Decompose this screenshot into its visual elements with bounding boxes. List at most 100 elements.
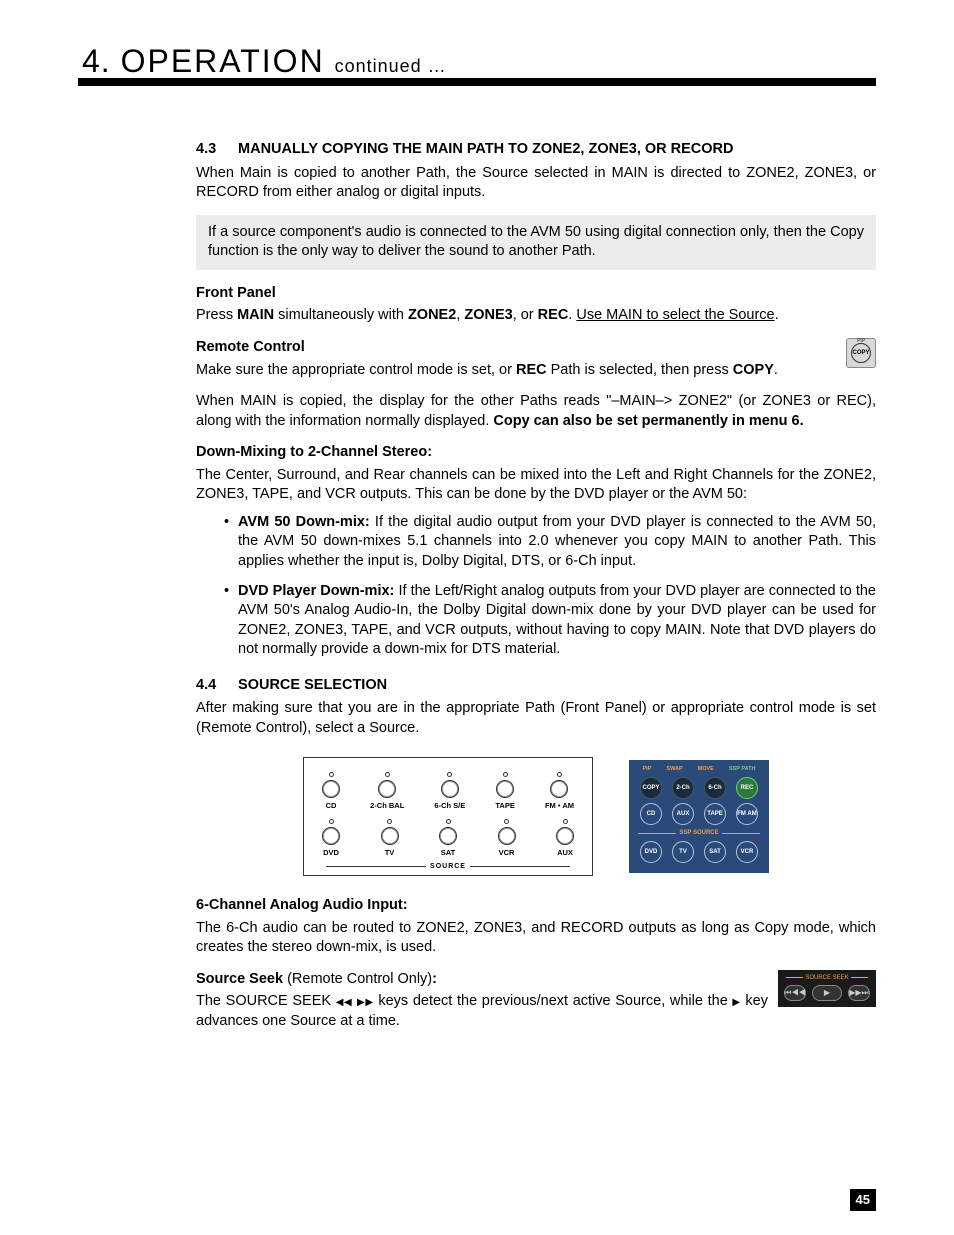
remote-row-1: COPY 2-Ch 6-Ch REC: [635, 777, 763, 799]
src-aux: AUX: [556, 819, 574, 858]
chapter-heading: 4. OPERATION continued …: [82, 40, 447, 83]
section-4-4-intro: After making sure that you are in the ap…: [196, 699, 876, 738]
remote-control-heading: Remote Control: [196, 338, 876, 358]
label: MOVE: [698, 766, 714, 773]
text: Press: [196, 307, 237, 323]
label: PIP: [643, 766, 652, 773]
remote-control-instruction: Make sure the appropriate control mode i…: [196, 361, 876, 381]
downmix-bullet-list: AVM 50 Down-mix: If the digital audio ou…: [224, 513, 876, 660]
label: SOURCE: [430, 862, 466, 871]
chapter-number: 4.: [82, 43, 111, 79]
label: FM • AM: [545, 801, 574, 811]
underlined-note: Use MAIN to select the Source: [576, 307, 774, 323]
label: 2-Ch BAL: [370, 801, 404, 811]
seek-next-icon: ▶▶⏭: [848, 985, 870, 1001]
label: VCR: [499, 848, 515, 858]
copy-icon-label: COPY: [852, 349, 869, 357]
ssp-source-label: SSP SOURCE: [635, 829, 763, 837]
src-vcr: VCR: [498, 819, 516, 858]
main-copied-paragraph: When MAIN is copied, the display for the…: [196, 392, 876, 431]
play-icon: ▶: [732, 997, 740, 1008]
bullet-avm50-downmix: AVM 50 Down-mix: If the digital audio ou…: [224, 513, 876, 572]
key-copy: COPY: [733, 362, 774, 378]
text: The SOURCE SEEK: [196, 993, 336, 1009]
front-panel-heading: Front Panel: [196, 284, 876, 304]
bullet-lead: DVD Player Down-mix:: [238, 583, 394, 599]
text: , or: [513, 307, 538, 323]
src-2ch-bal: 2-Ch BAL: [370, 772, 404, 811]
heading-colon: :: [432, 971, 437, 987]
label: CD: [326, 801, 337, 811]
bullet-lead: AVM 50 Down-mix:: [238, 514, 370, 530]
rbtn-copy: COPY: [640, 777, 662, 799]
src-tape: TAPE: [495, 772, 514, 811]
downmix-heading: Down-Mixing to 2-Channel Stereo:: [196, 443, 876, 463]
label: TAPE: [495, 801, 514, 811]
chapter-word: OPERATION: [121, 43, 325, 79]
front-panel-instruction: Press MAIN simultaneously with ZONE2, ZO…: [196, 306, 876, 326]
remote-row-2: CD AUX TAPE FM AM: [635, 803, 763, 825]
section-4-3-heading: 4.3 MANUALLY COPYING THE MAIN PATH TO ZO…: [196, 140, 876, 160]
text: keys detect the previous/next active Sou…: [374, 993, 733, 1009]
downmix-paragraph: The Center, Surround, and Rear channels …: [196, 466, 876, 505]
text: Path is selected, then press: [547, 362, 733, 378]
bold-note: Copy can also be set permanently in menu…: [493, 413, 803, 429]
seek-prev-icon: ⏮◀◀: [784, 985, 806, 1001]
panel-row-1: CD 2-Ch BAL 6-Ch S/E TAPE FM • AM: [322, 772, 574, 811]
page-number: 45: [850, 1189, 876, 1211]
remote-diagram: PIP SWAP MOVE SSP PATH COPY 2-Ch 6-Ch RE…: [629, 760, 769, 874]
label: AUX: [557, 848, 573, 858]
rbtn-fmam: FM AM: [736, 803, 758, 825]
label: SOURCE SEEK: [805, 974, 848, 982]
rbtn-6ch: 6-Ch: [704, 777, 726, 799]
front-panel-diagram: CD 2-Ch BAL 6-Ch S/E TAPE FM • AM DVD TV…: [303, 757, 593, 877]
src-cd: CD: [322, 772, 340, 811]
panel-row-2: DVD TV SAT VCR AUX: [322, 819, 574, 858]
section-title: MANUALLY COPYING THE MAIN PATH TO ZONE2,…: [238, 141, 733, 157]
continued-label: continued …: [335, 56, 447, 76]
copy-icon-circle: COPY: [851, 343, 871, 363]
text: .: [774, 362, 778, 378]
section-4-3-intro: When Main is copied to another Path, the…: [196, 164, 876, 203]
src-fm-am: FM • AM: [545, 772, 574, 811]
source-seek-heading: Source Seek (Remote Control Only):: [196, 970, 876, 990]
label: SAT: [441, 848, 455, 858]
note-box: If a source component's audio is connect…: [196, 215, 876, 270]
remote-row-3: DVD TV SAT VCR: [635, 841, 763, 863]
section-number: 4.3: [196, 140, 234, 160]
key-rec: REC: [516, 362, 547, 378]
label: SWAP: [666, 766, 682, 773]
text: simultaneously with: [274, 307, 408, 323]
pip-label: PIP: [847, 338, 875, 345]
six-channel-body: The 6-Ch audio can be routed to ZONE2, Z…: [196, 919, 876, 958]
heading-plain: (Remote Control Only): [283, 971, 432, 987]
src-dvd: DVD: [322, 819, 340, 858]
section-4-4-heading: 4.4 SOURCE SELECTION: [196, 676, 876, 696]
label: 6-Ch S/E: [434, 801, 465, 811]
label: SSP PATH: [729, 766, 756, 773]
source-seek-diagram: SOURCE SEEK ⏮◀◀ ▶ ▶▶⏭: [778, 970, 876, 1007]
rbtn-tv: TV: [672, 841, 694, 863]
key-zone2: ZONE2: [408, 307, 456, 323]
rbtn-2ch: 2-Ch: [672, 777, 694, 799]
source-seek-body: The SOURCE SEEK ◀◀ ▶▶ keys detect the pr…: [196, 992, 876, 1031]
key-rec: REC: [538, 307, 569, 323]
text: Make sure the appropriate control mode i…: [196, 362, 516, 378]
six-channel-heading: 6-Channel Analog Audio Input:: [196, 896, 876, 916]
bullet-dvd-downmix: DVD Player Down-mix: If the Left/Right a…: [224, 582, 876, 660]
rbtn-dvd: DVD: [640, 841, 662, 863]
source-diagrams: CD 2-Ch BAL 6-Ch S/E TAPE FM • AM DVD TV…: [196, 757, 876, 877]
copy-button-icon: PIP COPY: [846, 338, 876, 368]
src-tv: TV: [381, 819, 399, 858]
key-main: MAIN: [237, 307, 274, 323]
rbtn-vcr: VCR: [736, 841, 758, 863]
heading-bold: Source Seek: [196, 971, 283, 987]
rbtn-aux: AUX: [672, 803, 694, 825]
label: SSP SOURCE: [679, 829, 718, 837]
src-6ch-se: 6-Ch S/E: [434, 772, 465, 811]
text: .: [775, 307, 779, 323]
section-title: SOURCE SELECTION: [238, 677, 387, 693]
forward-icon: ▶▶: [357, 997, 374, 1008]
remote-top-labels: PIP SWAP MOVE SSP PATH: [635, 766, 763, 773]
rbtn-sat: SAT: [704, 841, 726, 863]
